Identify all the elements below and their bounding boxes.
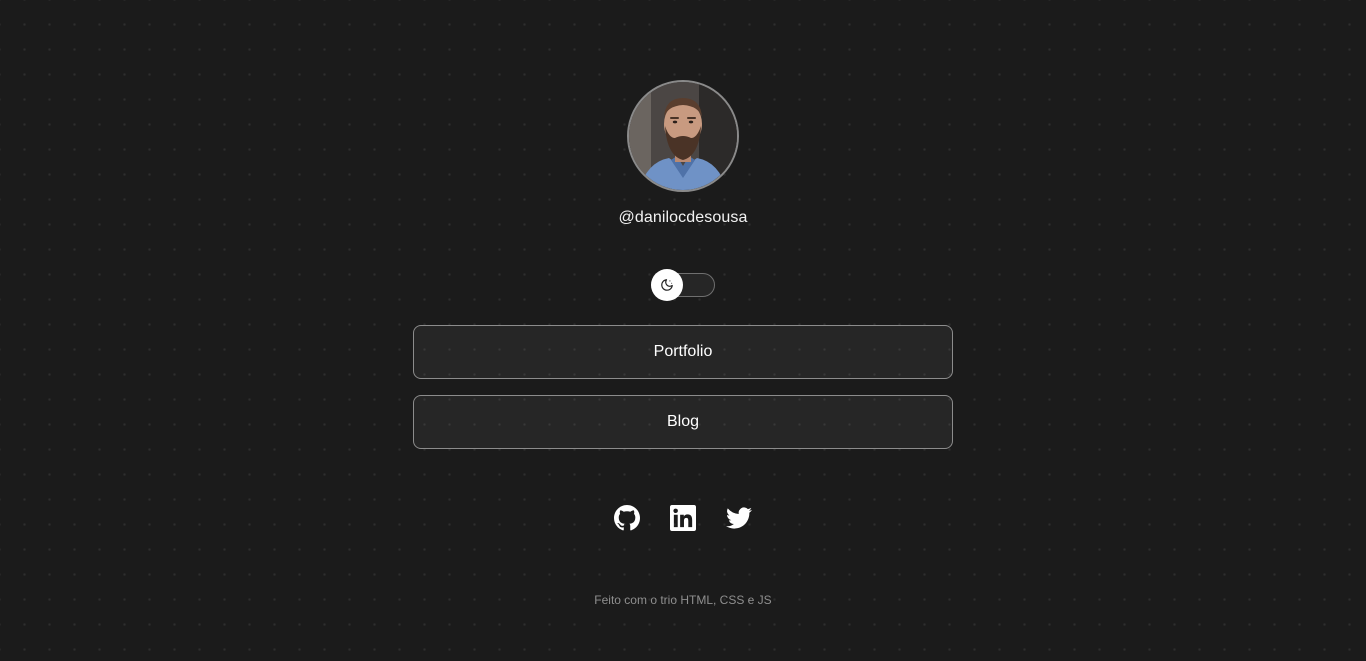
avatar-photo	[629, 82, 737, 190]
blog-link[interactable]: Blog	[413, 395, 953, 449]
page-container: @danilocdesousa Portfolio Blog Feito com…	[413, 0, 953, 607]
theme-switch[interactable]	[651, 269, 715, 301]
linkedin-icon	[670, 505, 696, 531]
link-item: Portfolio	[413, 325, 953, 379]
link-list: Portfolio Blog	[413, 325, 953, 449]
footer-text: Feito com o trio HTML, CSS e JS	[594, 593, 772, 607]
switch-knob[interactable]	[651, 269, 683, 301]
moon-icon	[661, 279, 673, 291]
social-links	[413, 505, 953, 531]
linkedin-link[interactable]	[670, 505, 696, 531]
link-item: Blog	[413, 395, 953, 449]
twitter-icon	[726, 507, 752, 529]
footer: Feito com o trio HTML, CSS e JS	[413, 593, 953, 607]
username: @danilocdesousa	[618, 209, 748, 226]
avatar	[627, 80, 739, 192]
twitter-link[interactable]	[726, 505, 752, 531]
profile: @danilocdesousa	[413, 80, 953, 301]
portfolio-link[interactable]: Portfolio	[413, 325, 953, 379]
github-link[interactable]	[614, 505, 640, 531]
github-icon	[614, 505, 640, 531]
